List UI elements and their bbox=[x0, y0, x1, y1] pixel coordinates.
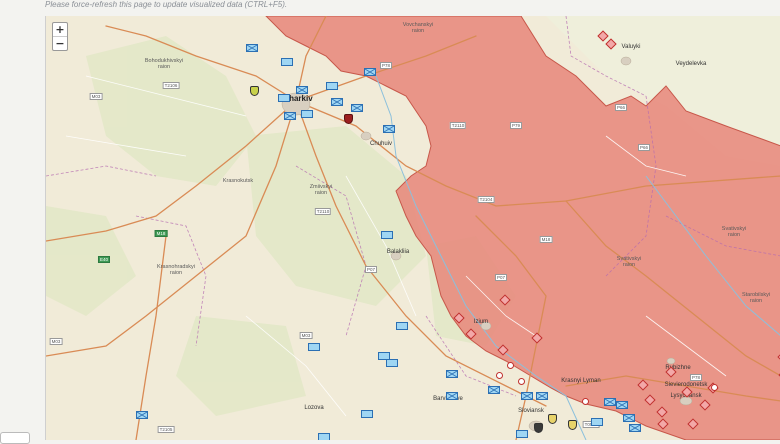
friendly-unit-marker[interactable] bbox=[284, 112, 296, 120]
road-shield: P66 bbox=[614, 104, 628, 111]
town-label-balakliia: Balakliia bbox=[386, 249, 410, 255]
town-label-valuyki: Valuyki bbox=[621, 44, 641, 50]
friendly-unit-marker[interactable] bbox=[308, 343, 320, 351]
enemy-ring-marker[interactable] bbox=[711, 384, 718, 391]
friendly-unit-marker[interactable] bbox=[591, 418, 603, 426]
friendly-unit-marker[interactable] bbox=[516, 430, 528, 438]
friendly-unit-marker[interactable] bbox=[616, 401, 628, 409]
friendly-unit-marker[interactable] bbox=[521, 392, 533, 400]
raion-label-svatove-2: Svativskyi raion bbox=[616, 256, 642, 268]
raion-label-starobilsk: Starobilskyi raion bbox=[741, 292, 771, 304]
enemy-ring-marker[interactable] bbox=[496, 372, 503, 379]
friendly-unit-marker[interactable] bbox=[281, 58, 293, 66]
friendly-unit-marker[interactable] bbox=[301, 110, 313, 118]
unit-badge-marker[interactable] bbox=[568, 420, 577, 430]
side-panel-toggle[interactable] bbox=[0, 432, 30, 444]
friendly-unit-marker[interactable] bbox=[446, 370, 458, 378]
friendly-unit-marker[interactable] bbox=[623, 414, 635, 422]
friendly-unit-marker[interactable] bbox=[488, 386, 500, 394]
road-shield: E40 bbox=[97, 256, 111, 263]
friendly-unit-marker[interactable] bbox=[383, 125, 395, 133]
road-shield: M03 bbox=[299, 332, 313, 339]
town-label-veydelevka: Veydelevka bbox=[675, 61, 707, 67]
unit-badge-marker[interactable] bbox=[344, 114, 353, 124]
road-shield: T2110 bbox=[314, 208, 332, 215]
friendly-unit-marker[interactable] bbox=[364, 68, 376, 76]
friendly-unit-marker[interactable] bbox=[381, 231, 393, 239]
town-label-izium: Izium bbox=[473, 319, 489, 325]
road-shield: P66 bbox=[637, 144, 651, 151]
friendly-unit-marker[interactable] bbox=[396, 322, 408, 330]
raion-label-krasnohrad: Krasnohradskyi raion bbox=[157, 264, 195, 276]
friendly-unit-marker[interactable] bbox=[386, 359, 398, 367]
road-shield: P78 bbox=[689, 374, 703, 381]
friendly-unit-marker[interactable] bbox=[296, 86, 308, 94]
road-shield: M03 bbox=[89, 93, 103, 100]
town-label-lyman: Krasnyi Lyman bbox=[561, 378, 601, 384]
friendly-unit-marker[interactable] bbox=[536, 392, 548, 400]
road-shield: M03 bbox=[49, 338, 63, 345]
road-shield: T2104 bbox=[477, 196, 495, 203]
friendly-unit-marker[interactable] bbox=[136, 411, 148, 419]
friendly-unit-marker[interactable] bbox=[318, 433, 330, 440]
friendly-unit-marker[interactable] bbox=[629, 424, 641, 432]
road-shield: P79 bbox=[509, 122, 523, 129]
road-shield: P07 bbox=[494, 274, 508, 281]
zoom-out-button[interactable]: − bbox=[53, 36, 67, 50]
friendly-unit-marker[interactable] bbox=[361, 410, 373, 418]
friendly-unit-marker[interactable] bbox=[604, 398, 616, 406]
enemy-ring-marker[interactable] bbox=[582, 398, 589, 405]
road-shield: M18 bbox=[154, 230, 168, 237]
refresh-notice: Please force-refresh this page to update… bbox=[45, 0, 288, 9]
enemy-ring-marker[interactable] bbox=[518, 378, 525, 385]
raion-label-svatove: Svativskyi raion bbox=[721, 226, 747, 238]
enemy-ring-marker[interactable] bbox=[507, 362, 514, 369]
map-view[interactable]: + − Kharkiv Chuhuiv Balakliia Izium Lozo… bbox=[45, 16, 780, 440]
zoom-control: + − bbox=[52, 22, 68, 51]
raion-label-krasnokutsk: Krasnokutsk bbox=[222, 178, 254, 184]
road-shield: T2110 bbox=[449, 122, 467, 129]
friendly-unit-marker[interactable] bbox=[246, 44, 258, 52]
road-shield: T2106 bbox=[162, 82, 180, 89]
town-label-lozova: Lozova bbox=[304, 405, 324, 411]
road-shield: P78 bbox=[379, 62, 393, 69]
raion-label-bohodukhiv: Bohodukhivskyi raion bbox=[144, 58, 184, 70]
raion-label-vovchansk: Vovchanskyi raion bbox=[402, 22, 434, 34]
road-shield: M18 bbox=[539, 236, 553, 243]
friendly-unit-marker[interactable] bbox=[351, 104, 363, 112]
friendly-unit-marker[interactable] bbox=[446, 392, 458, 400]
raion-label-zmiiv: Zmiivskyi raion bbox=[309, 184, 333, 196]
town-label-chuhuiv: Chuhuiv bbox=[369, 141, 393, 147]
friendly-unit-marker[interactable] bbox=[278, 94, 290, 102]
town-label-sloviansk: Sloviansk bbox=[518, 408, 544, 414]
unit-badge-marker[interactable] bbox=[548, 414, 557, 424]
unit-badge-marker[interactable] bbox=[534, 423, 543, 433]
zoom-in-button[interactable]: + bbox=[53, 23, 67, 36]
unit-badge-marker[interactable] bbox=[250, 86, 259, 96]
road-shield: P07 bbox=[364, 266, 378, 273]
friendly-unit-marker[interactable] bbox=[326, 82, 338, 90]
road-shield: T2105 bbox=[157, 426, 175, 433]
friendly-unit-marker[interactable] bbox=[331, 98, 343, 106]
